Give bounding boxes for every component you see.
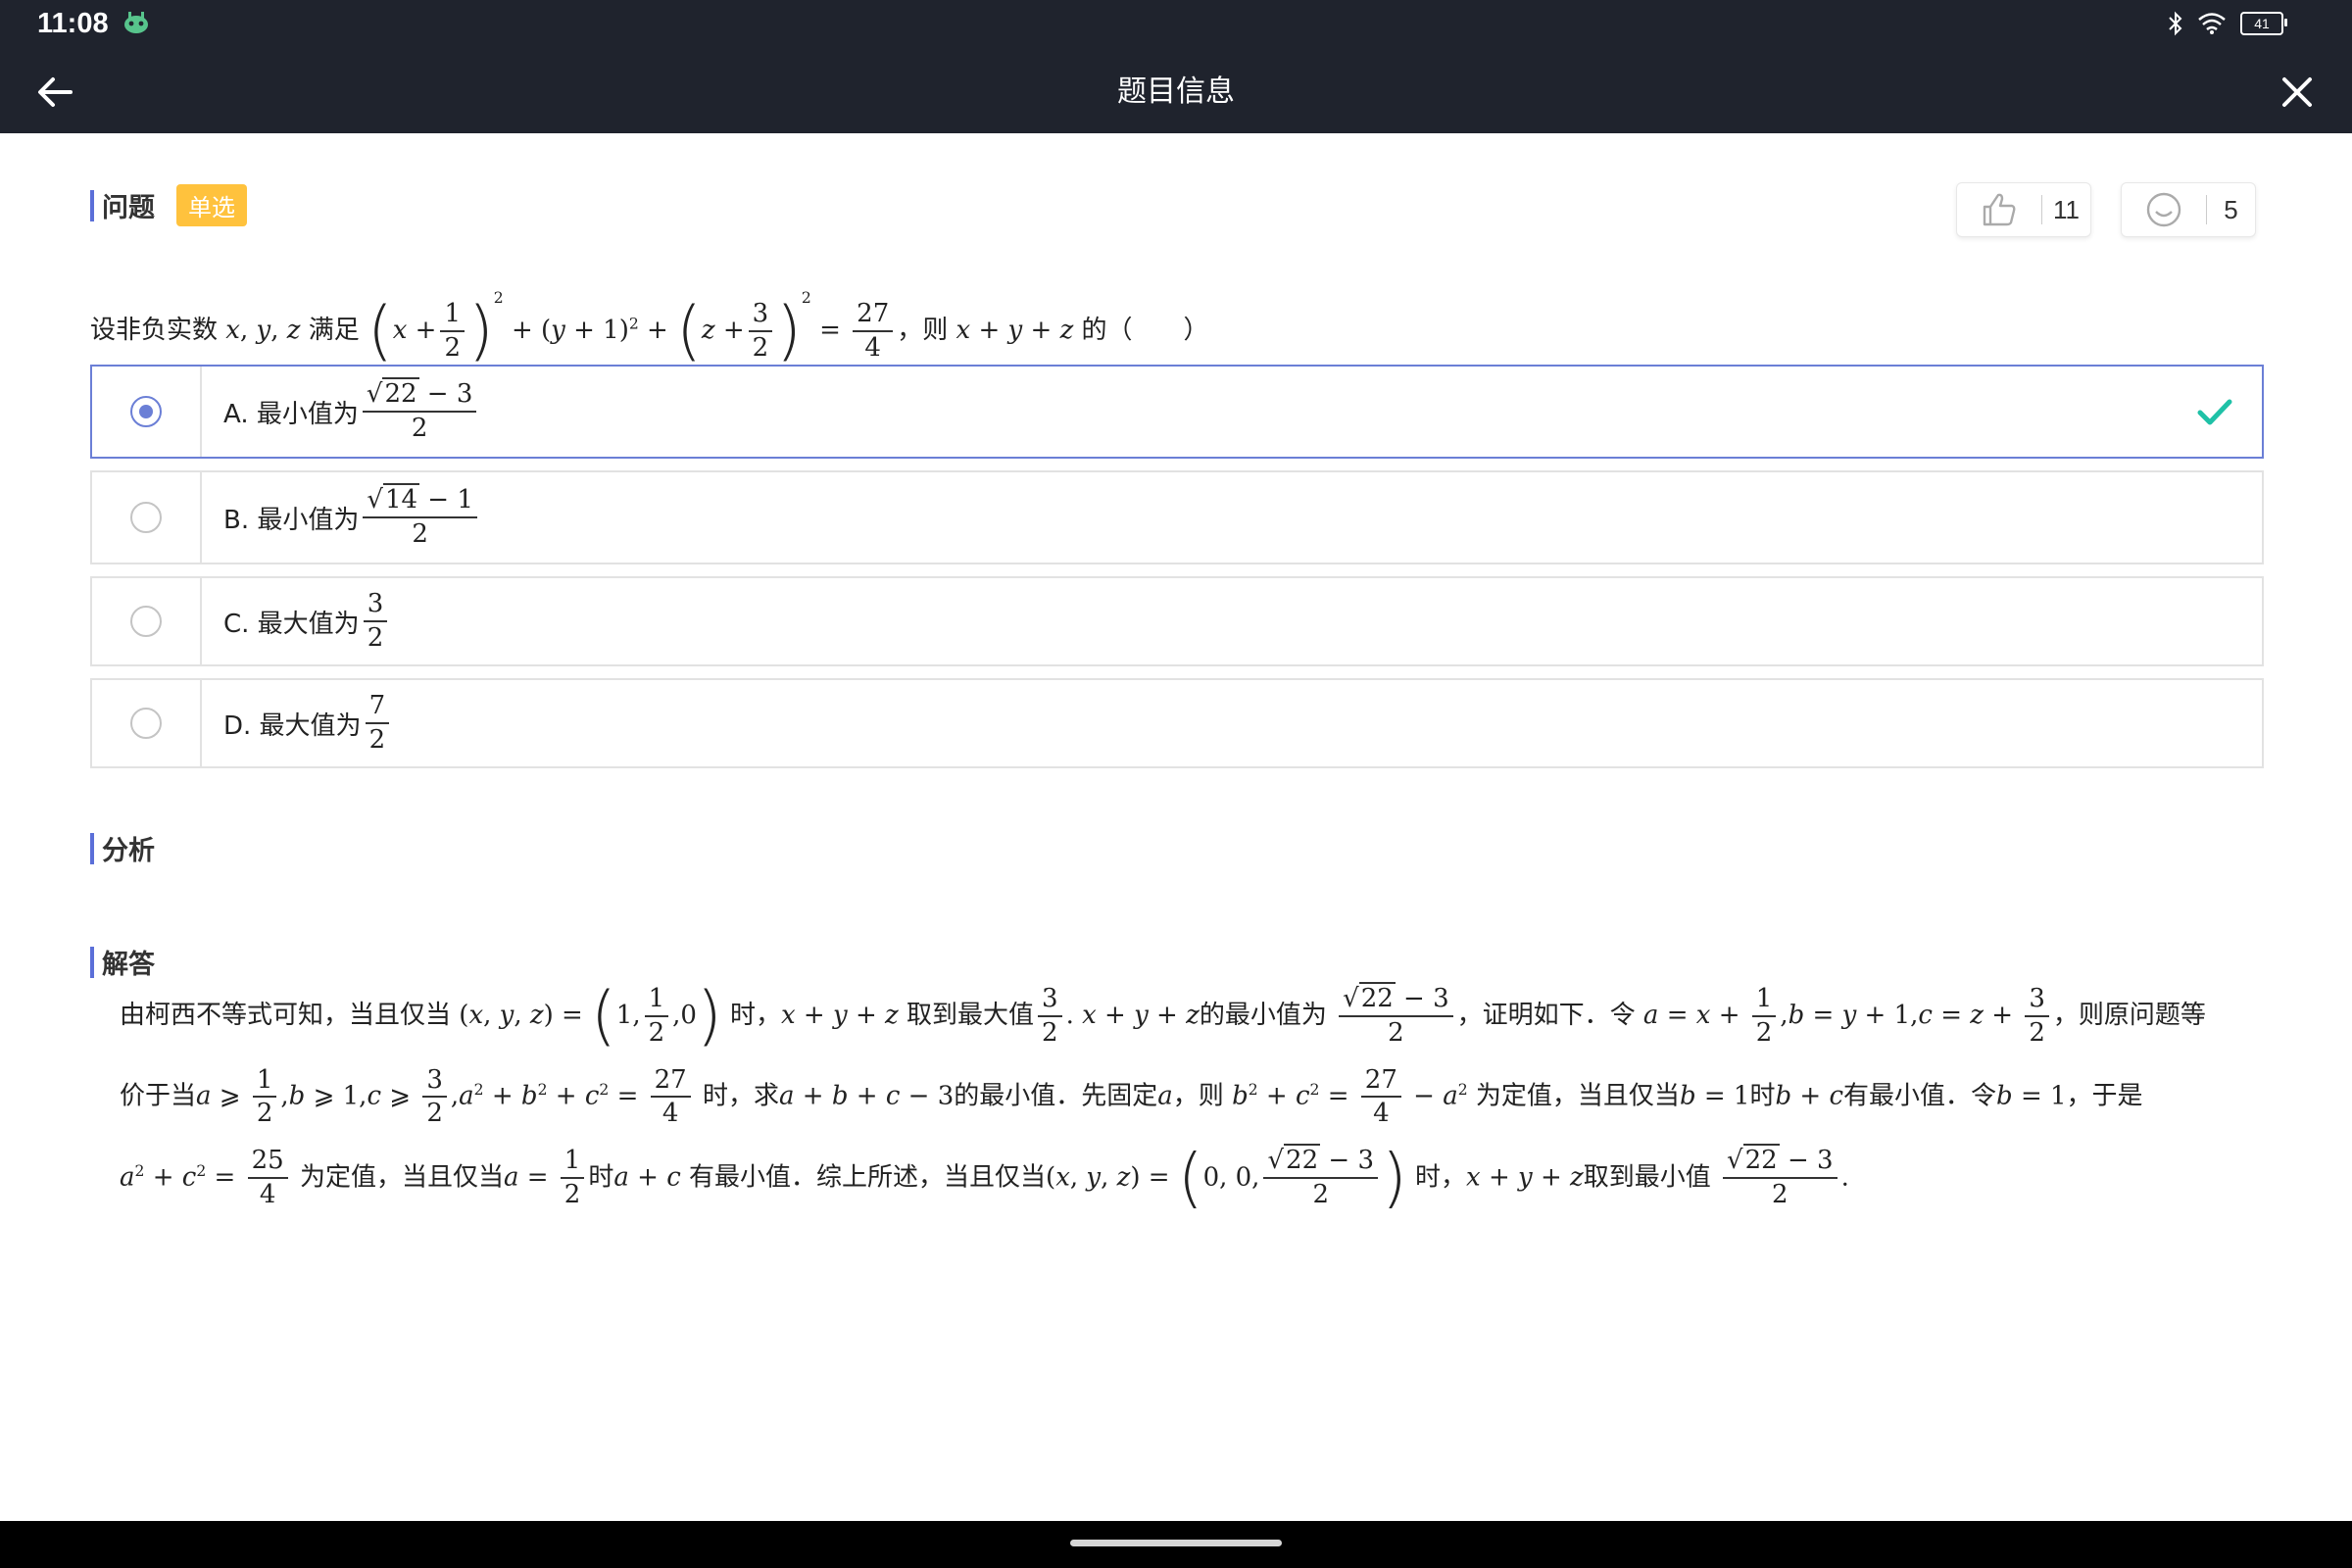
- smiley-icon: [2146, 192, 2181, 227]
- radio-button-c[interactable]: [130, 606, 162, 637]
- status-time: 11:08: [37, 8, 109, 39]
- solution-text: 由柯西不等式可知，当且仅当 (x, y, z) = (1, 1 2,0) 时，x +…: [120, 977, 2206, 1215]
- radio-button-b[interactable]: [130, 502, 162, 533]
- question-stem: 设非负实数 x, y, z 满足 (x +1 2)2 + (y + 1)2 + (…: [90, 289, 1209, 368]
- reaction-count: 5: [2224, 194, 2238, 224]
- like-button[interactable]: 11: [1956, 182, 2091, 237]
- bluetooth-icon: [2169, 11, 2182, 36]
- analysis-section-header: 分析: [90, 829, 155, 867]
- option-d-label: D. 最大值为: [223, 710, 362, 741]
- battery-icon: 41: [2240, 12, 2287, 35]
- option-a[interactable]: A. 最小值为 √22 − 32: [90, 365, 2264, 459]
- section-title-analysis: 分析: [102, 836, 155, 866]
- option-a-label: A. 最小值为: [223, 399, 359, 429]
- option-c[interactable]: C. 最大值为 32: [90, 576, 2264, 666]
- check-icon: [2197, 399, 2232, 425]
- section-accent-bar: [90, 946, 94, 978]
- thumbs-up-icon: [1983, 193, 2016, 226]
- close-icon[interactable]: [2276, 71, 2319, 114]
- solution-section-header: 解答: [90, 943, 155, 981]
- status-icons: 41: [2168, 9, 2287, 38]
- question-type-badge: 单选: [176, 184, 247, 226]
- top-bar: 11:08 41 题目信息: [0, 0, 2352, 133]
- section-title-solution: 解答: [102, 950, 155, 980]
- radio-button-a[interactable]: [130, 396, 162, 427]
- page-title: 题目信息: [1117, 74, 1235, 109]
- option-b-label: B. 最小值为: [223, 505, 360, 535]
- navigation-bar: [0, 1521, 2352, 1568]
- section-accent-bar: [90, 832, 94, 864]
- home-indicator[interactable]: [1070, 1540, 1282, 1546]
- option-b[interactable]: B. 最小值为 √14 − 12: [90, 470, 2264, 564]
- option-d[interactable]: D. 最大值为 72: [90, 678, 2264, 768]
- question-section-header: 问题 单选: [90, 184, 247, 226]
- reaction-button[interactable]: 5: [2121, 182, 2256, 237]
- app-notification-icon: [124, 12, 148, 33]
- section-accent-bar: [90, 189, 94, 221]
- like-count: 11: [2053, 194, 2080, 224]
- wifi-icon: [2198, 13, 2226, 34]
- option-c-label: C. 最大值为: [223, 609, 360, 639]
- section-title-question: 问题: [102, 193, 155, 223]
- radio-button-d[interactable]: [130, 708, 162, 739]
- battery-level: 41: [2254, 16, 2270, 31]
